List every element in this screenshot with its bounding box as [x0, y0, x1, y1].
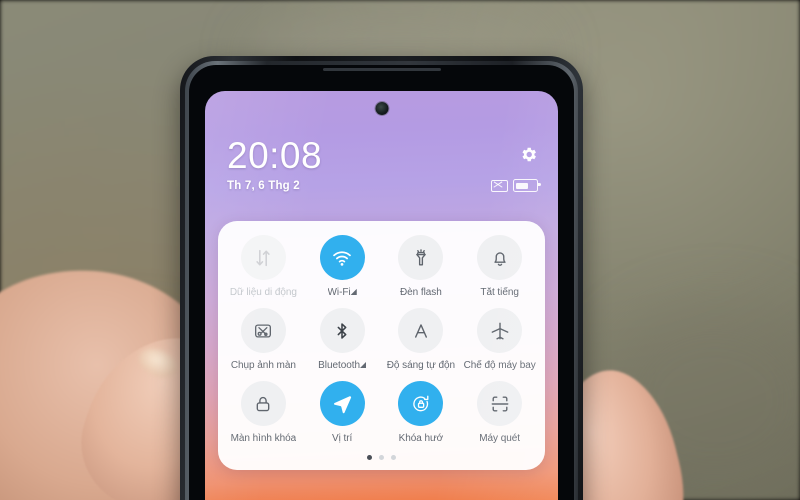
phone-inner-bezel: 20:08 Th 7, 6 Thg 2 Dữ liệu di động Wi-F… [189, 65, 574, 500]
smartphone-device: 20:08 Th 7, 6 Thg 2 Dữ liệu di động Wi-F… [180, 56, 583, 500]
qs-tile-label: Bluetooth◢ [318, 360, 367, 371]
page-dot[interactable] [379, 455, 384, 460]
bluetooth-icon[interactable] [319, 308, 365, 353]
flashlight-icon[interactable] [398, 235, 444, 280]
qs-tile-screenshot[interactable]: Chụp ảnh màn [224, 308, 303, 371]
qs-tile-label: Chụp ảnh màn [230, 360, 296, 371]
qs-tile-rotation-lock[interactable]: Khóa hướ [382, 381, 461, 444]
qs-tile-label: Dữ liệu di động [229, 287, 297, 298]
qs-tile-lock-screen[interactable]: Màn hình khóa [224, 381, 303, 444]
bell-icon[interactable] [477, 235, 523, 280]
wifi-icon[interactable] [319, 235, 365, 280]
auto-brightness-icon[interactable] [398, 308, 444, 353]
phone-screen[interactable]: 20:08 Th 7, 6 Thg 2 Dữ liệu di động Wi-F… [205, 91, 558, 500]
qs-tile-label: Chế độ máy bay [463, 360, 536, 371]
screenshot-stage: 20:08 Th 7, 6 Thg 2 Dữ liệu di động Wi-F… [0, 0, 800, 500]
qs-tile-label: Wi-Fi◢ [327, 287, 357, 298]
battery-icon [513, 179, 541, 192]
clock-time: 20:08 [227, 135, 323, 176]
quick-settings-grid: Dữ liệu di động Wi-Fi◢ Đèn flash Tắt tiế… [224, 235, 539, 444]
qs-tile-auto-brightness[interactable]: Độ sáng tự độn [382, 308, 461, 371]
qs-tile-bluetooth[interactable]: Bluetooth◢ [303, 308, 382, 371]
lock-icon[interactable] [240, 381, 286, 426]
qs-tile-wifi[interactable]: Wi-Fi◢ [303, 235, 382, 298]
no-sim-icon [491, 179, 509, 192]
quick-settings-panel: Dữ liệu di động Wi-Fi◢ Đèn flash Tắt tiế… [218, 221, 545, 470]
page-dot[interactable] [391, 455, 396, 460]
qs-tile-label: Khóa hướ [398, 433, 444, 444]
rotation-lock-icon[interactable] [398, 381, 444, 426]
qs-tile-mobile-data[interactable]: Dữ liệu di động [224, 235, 303, 298]
gear-icon[interactable] [519, 145, 538, 164]
scanner-icon[interactable] [477, 381, 523, 426]
punch-hole-camera-icon [375, 102, 388, 115]
earpiece-speaker [322, 68, 441, 71]
qs-tile-label: Vị trí [331, 433, 353, 444]
page-dot[interactable] [367, 455, 372, 460]
page-indicator[interactable] [224, 455, 539, 460]
qs-tile-location[interactable]: Vị trí [303, 381, 382, 444]
airplane-icon[interactable] [477, 308, 523, 353]
qs-tile-scanner[interactable]: Máy quét [460, 381, 539, 444]
qs-tile-airplane-mode[interactable]: Chế độ máy bay [460, 308, 539, 371]
qs-tile-label: Màn hình khóa [230, 433, 297, 444]
qs-tile-flashlight[interactable]: Đèn flash [382, 235, 461, 298]
qs-tile-label: Độ sáng tự độn [386, 360, 455, 371]
location-arrow-icon[interactable] [319, 381, 365, 426]
qs-tile-label: Tắt tiếng [480, 287, 519, 298]
data-transfer-icon[interactable] [240, 235, 286, 280]
qs-tile-label: Đèn flash [399, 287, 442, 298]
lockscreen-clock-area: 20:08 Th 7, 6 Thg 2 [227, 135, 541, 192]
qs-tile-mute[interactable]: Tắt tiếng [460, 235, 539, 298]
clock-date: Th 7, 6 Thg 2 [227, 179, 300, 192]
system-status-icons [491, 179, 541, 192]
qs-tile-label: Máy quét [479, 433, 520, 444]
screenshot-icon[interactable] [240, 308, 286, 353]
